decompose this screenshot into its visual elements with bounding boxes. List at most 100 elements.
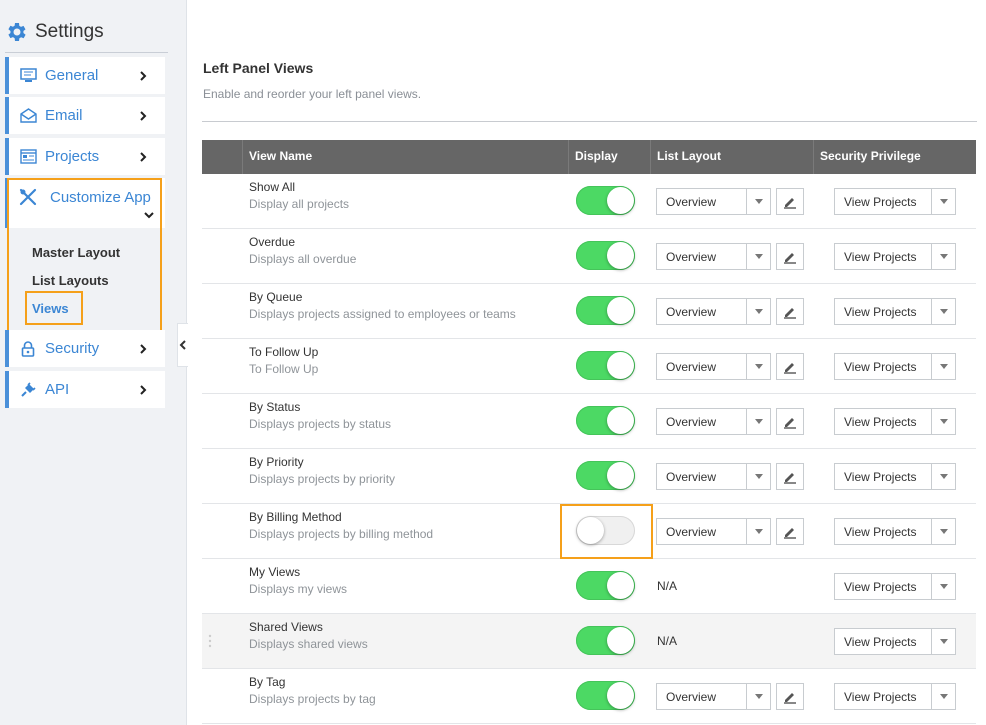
display-toggle[interactable] [576,461,635,490]
toggle-knob [607,462,634,489]
sidebar-divider [5,52,168,53]
sidebar-item-general[interactable]: General [5,57,165,94]
edit-layout-button[interactable] [776,188,804,215]
toggle-knob [607,627,634,654]
dropdown-arrow-icon [746,684,770,709]
security-privilege-select[interactable]: View Projects [834,298,956,325]
security-privilege-select[interactable]: View Projects [834,408,956,435]
dropdown-arrow-icon [931,409,955,434]
view-description: To Follow Up [249,362,319,376]
dropdown-arrow-icon [746,354,770,379]
edit-layout-button[interactable] [776,518,804,545]
edit-layout-button[interactable] [776,683,804,710]
edit-layout-button[interactable] [776,463,804,490]
select-value: Overview [666,250,717,264]
select-value: View Projects [844,580,917,594]
view-description: Displays projects by priority [249,472,396,486]
collapse-sidebar-button[interactable] [177,323,188,367]
column-header-list-layout: List Layout [650,140,813,174]
security-privilege-select[interactable]: View Projects [834,628,956,655]
display-toggle[interactable] [576,406,635,435]
toggle-knob [607,187,634,214]
edit-layout-button[interactable] [776,408,804,435]
display-toggle[interactable] [576,351,635,380]
select-value: View Projects [844,360,917,374]
dropdown-arrow-icon [746,464,770,489]
list-layout-select[interactable]: Overview [656,188,771,215]
table-row: By Queue Displays projects assigned to e… [202,284,976,339]
projects-icon [19,149,37,164]
security-privilege-select[interactable]: View Projects [834,573,956,600]
select-value: View Projects [844,635,917,649]
list-layout-select[interactable]: Overview [656,683,771,710]
security-privilege-select[interactable]: View Projects [834,188,956,215]
security-privilege-select[interactable]: View Projects [834,243,956,270]
select-value: View Projects [844,690,917,704]
page-subtitle: Enable and reorder your left panel views… [203,87,422,101]
lock-icon [21,340,35,357]
display-toggle[interactable] [576,186,635,215]
sidebar-item-projects[interactable]: Projects [5,138,165,175]
column-header-handle [202,140,242,174]
divider [202,121,977,122]
list-layout-select[interactable]: Overview [656,518,771,545]
pencil-icon [784,197,796,209]
dropdown-arrow-icon [746,189,770,214]
sidebar-item-label: Projects [45,148,100,165]
view-name: Show All [249,180,296,194]
table-row: Shared Views Displays shared views N/A V… [202,614,976,669]
sidebar-item-email[interactable]: Email [5,97,165,134]
chevron-right-icon [140,151,147,162]
pencil-icon [784,252,796,264]
gear-icon [8,23,26,41]
toggle-highlight [560,504,653,559]
dropdown-arrow-icon [931,519,955,544]
display-toggle[interactable] [576,681,635,710]
dropdown-arrow-icon [931,629,955,654]
list-layout-select[interactable]: Overview [656,243,771,270]
chevron-right-icon [140,110,147,121]
view-name: By Status [249,400,301,414]
table-row: By Tag Displays projects by tag Overview… [202,669,976,724]
view-description: Displays all overdue [249,252,357,266]
list-layout-na: N/A [657,634,678,648]
security-privilege-select[interactable]: View Projects [834,463,956,490]
security-privilege-select[interactable]: View Projects [834,683,956,710]
sidebar-header: Settings [5,20,104,44]
security-privilege-select[interactable]: View Projects [834,518,956,545]
security-privilege-select[interactable]: View Projects [834,353,956,380]
column-header-security-privilege: Security Privilege [813,140,976,174]
select-value: Overview [666,415,717,429]
display-toggle[interactable] [576,241,635,270]
view-name: By Queue [249,290,303,304]
table-row: To Follow Up To Follow Up Overview View … [202,339,976,394]
view-name: By Priority [249,455,304,469]
dropdown-arrow-icon [931,299,955,324]
view-description: Displays my views [249,582,348,596]
list-layout-select[interactable]: Overview [656,463,771,490]
display-toggle[interactable] [576,626,635,655]
list-layout-select[interactable]: Overview [656,298,771,325]
edit-layout-button[interactable] [776,243,804,270]
select-value: Overview [666,195,717,209]
chevron-left-icon [179,340,186,350]
dropdown-arrow-icon [931,189,955,214]
edit-layout-button[interactable] [776,353,804,380]
sidebar-item-security[interactable]: Security [5,330,165,367]
display-toggle[interactable] [576,571,635,600]
select-value: Overview [666,690,717,704]
sidebar-item-label: Email [45,107,83,124]
view-description: Displays projects by billing method [249,527,434,541]
drag-handle-icon[interactable] [208,634,212,648]
edit-layout-button[interactable] [776,298,804,325]
display-toggle[interactable] [576,296,635,325]
sidebar-title: Settings [35,21,104,42]
view-description: Displays projects assigned to employees … [249,307,516,321]
list-layout-select[interactable]: Overview [656,353,771,380]
view-name: Overdue [249,235,296,249]
dropdown-arrow-icon [746,519,770,544]
dropdown-arrow-icon [746,244,770,269]
sidebar-item-api[interactable]: API [5,371,165,408]
list-layout-select[interactable]: Overview [656,408,771,435]
select-value: View Projects [844,470,917,484]
